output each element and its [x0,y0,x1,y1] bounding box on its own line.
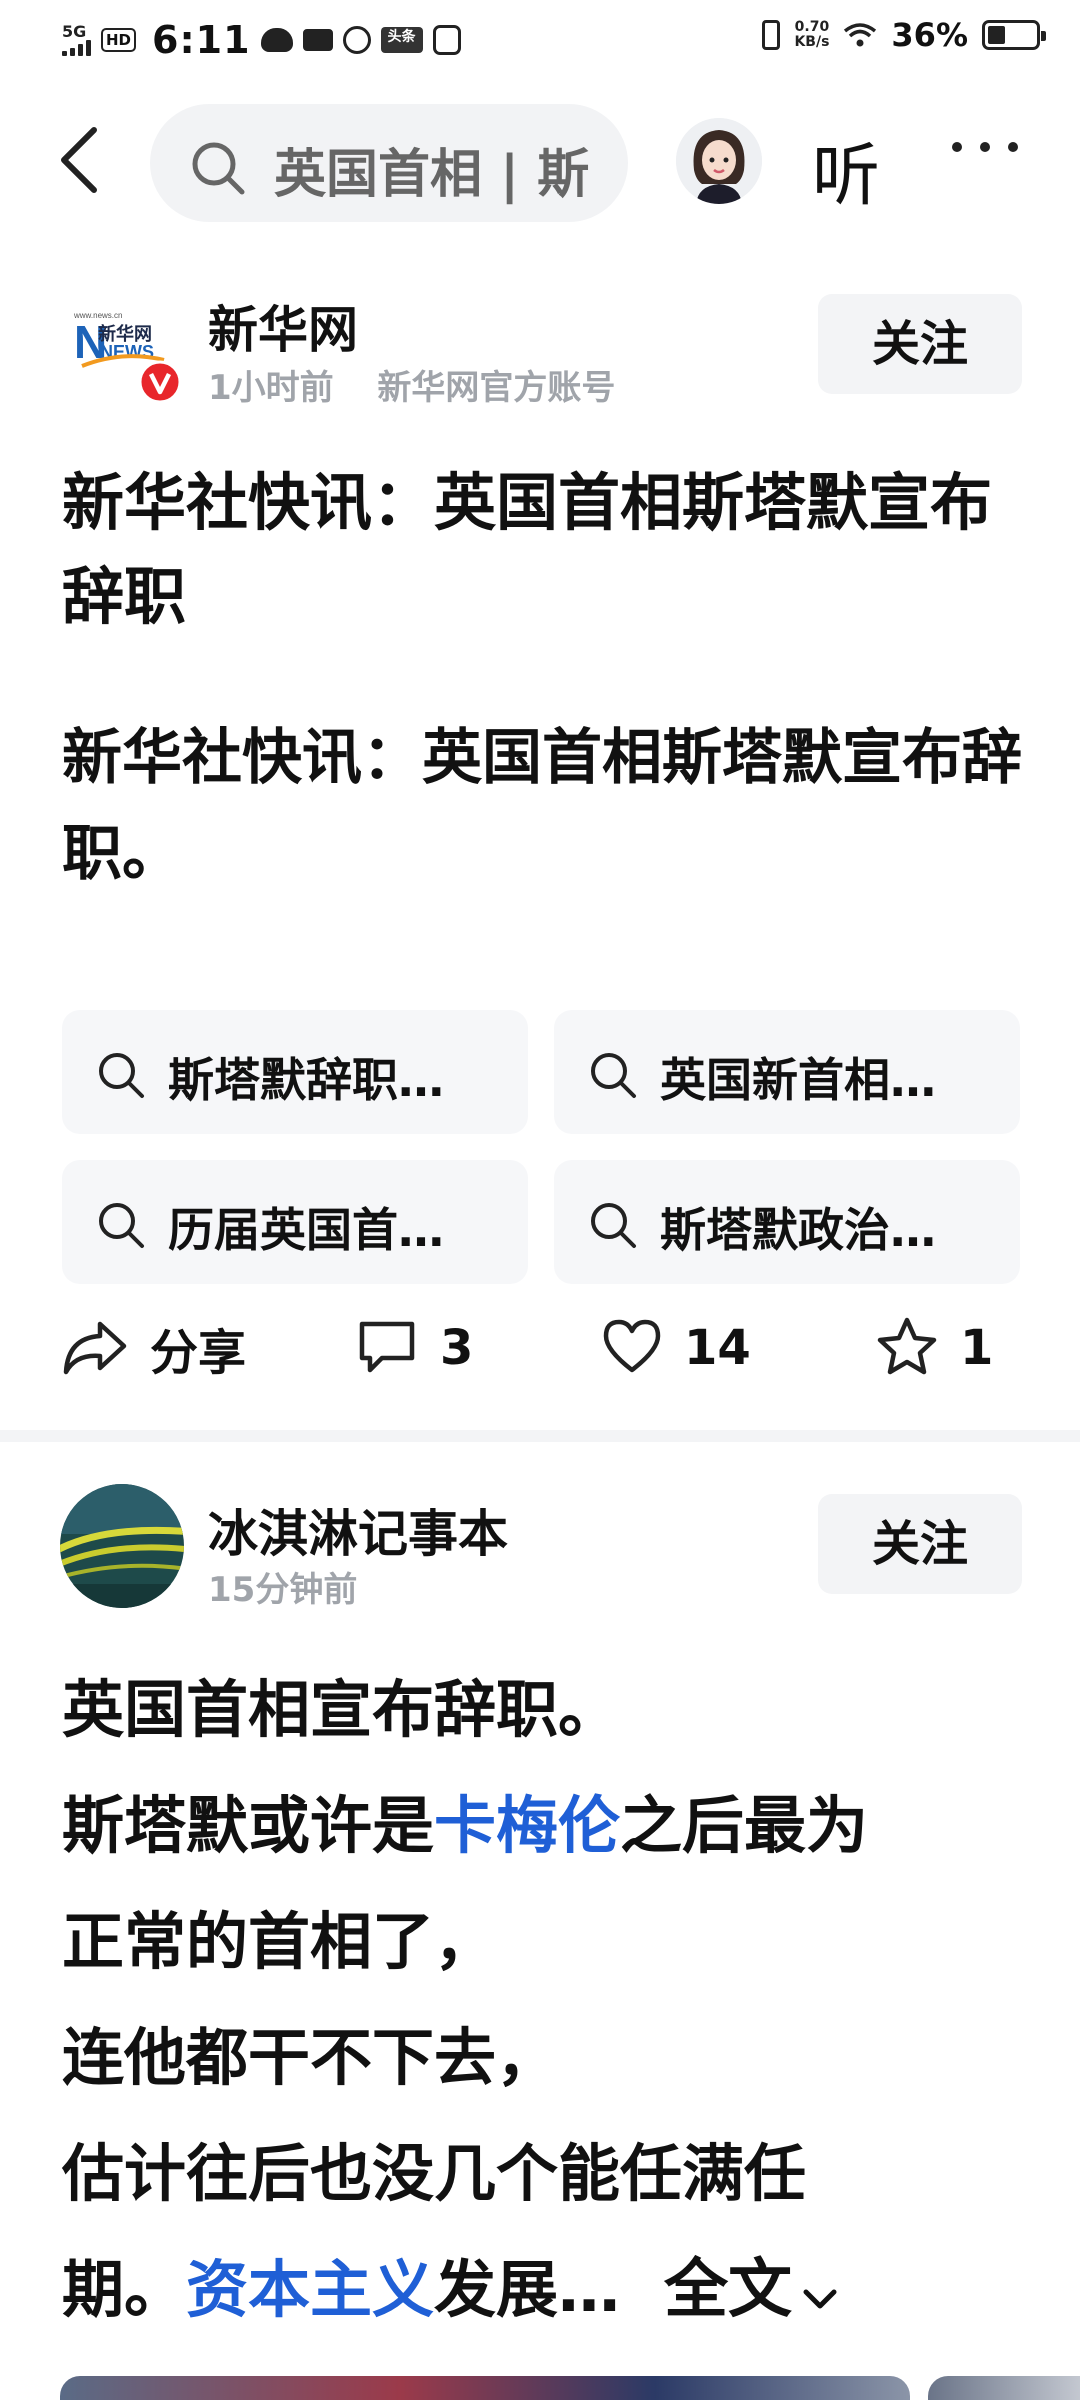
body-text: 之后最为 [620,1789,869,1862]
chip-label: 斯塔默辞职… [168,1053,444,1107]
author-name[interactable]: 冰淇淋记事本 [208,1494,508,1566]
body-text: 期。 [62,2253,187,2326]
battery-icon [982,20,1046,50]
comment-icon [356,1318,418,1378]
body-line: 斯塔默或许是卡梅伦之后最为 [62,1768,1042,1884]
post-time: 1小时前 [208,368,334,408]
section-divider [0,1430,1080,1442]
battery-percent: 36% [891,16,968,54]
vibrate-icon [762,20,781,50]
search-icon [588,1050,638,1104]
chip-label: 英国新首相… [660,1053,936,1107]
post-image[interactable] [928,2376,1080,2400]
like-button[interactable]: 14 [602,1300,751,1396]
cloud-icon [260,28,293,52]
post-time: 15分钟前 [208,1570,358,1610]
full-text-label: 全文 [664,2253,793,2327]
favorite-button[interactable]: 1 [876,1300,993,1396]
heart-icon [602,1318,662,1378]
topic-link[interactable]: 卡梅伦 [434,1789,620,1862]
body-line: 英国首相宣布辞职。 [62,1673,621,1746]
share-button[interactable]: 分享 [62,1300,246,1396]
author-avatar[interactable] [60,1484,184,1608]
search-query: 英国首相 | 斯 [274,145,590,205]
share-label: 分享 [150,1325,247,1381]
search-icon [190,140,246,200]
topic-link[interactable]: 资本主义 [186,2253,434,2326]
search-icon [588,1200,638,1254]
search-icon [96,1200,146,1254]
link-icon [342,26,371,54]
clock: 6:11 [152,18,251,62]
full-text-button[interactable]: 全文 [664,2253,840,2327]
back-icon[interactable] [50,124,110,196]
wifi-icon [843,22,877,48]
chip-label: 历届英国首… [168,1203,444,1257]
post-body[interactable]: 英国首相宣布辞职。 斯塔默或许是卡梅伦之后最为 正常的首相了， 连他都干不下去，… [62,1652,1042,2351]
video-icon [302,29,333,51]
listen-button[interactable]: 听 [812,120,880,219]
signal-icon [62,40,91,56]
chip-label: 斯塔默政治… [660,1203,936,1257]
search-icon [96,1050,146,1104]
status-bar: 5G HD 6:11 头条 0.70 KB/s 36% [0,0,1080,84]
net-speed-unit: KB/s [794,34,830,50]
body-text: 斯塔默或许是 [62,1789,435,1862]
toutiao-badge: 头条 [380,27,423,53]
body-line: 连他都干不下去， [62,2021,559,2094]
follow-button[interactable]: 关注 [818,294,1022,394]
post-meta: 1小时前 新华网官方账号 [208,360,615,409]
more-icon[interactable] [952,142,1018,152]
xinhua-logo[interactable]: www.news.cn N 新华网 NEWS [62,296,182,416]
comment-count: 3 [440,1320,474,1376]
net-speed-value: 0.70 [794,19,830,35]
post-body[interactable]: 新华社快讯：英国首相斯塔默宣布辞职。 [62,710,1022,902]
account-type: 新华网官方账号 [377,368,616,408]
post-title[interactable]: 新华社快讯：英国首相斯塔默宣布辞职 [62,456,1022,644]
related-search-chip[interactable]: 英国新首相… [554,1010,1020,1134]
follow-button[interactable]: 关注 [818,1494,1022,1594]
favorite-count: 1 [960,1320,994,1376]
related-search-chip[interactable]: 历届英国首… [62,1160,528,1284]
related-search-chip[interactable]: 斯塔默辞职… [62,1010,528,1134]
related-search-chip[interactable]: 斯塔默政治… [554,1160,1020,1284]
body-line: 正常的首相了， [62,1905,497,1978]
message-icon [432,25,461,55]
body-text: 发展… [434,2253,621,2326]
author-name[interactable]: 新华网 [208,290,358,362]
comment-button[interactable]: 3 [356,1300,473,1396]
assistant-avatar[interactable] [676,118,762,204]
post-image[interactable] [60,2376,910,2400]
like-count: 14 [684,1320,751,1376]
chevron-down-icon [800,2235,840,2351]
net-speed: 0.70 KB/s [794,20,829,50]
hd-badge: HD [101,28,137,52]
search-input[interactable]: 英国首相 | 斯 [150,104,628,222]
body-line: 估计往后也没几个能任满任 [62,2137,807,2210]
body-line: 期。资本主义发展… 全文 [62,2232,1042,2351]
network-type: 5G [62,22,87,41]
top-nav: 英国首相 | 斯 听 [0,100,1080,222]
star-icon [876,1316,938,1380]
share-icon [62,1316,128,1380]
